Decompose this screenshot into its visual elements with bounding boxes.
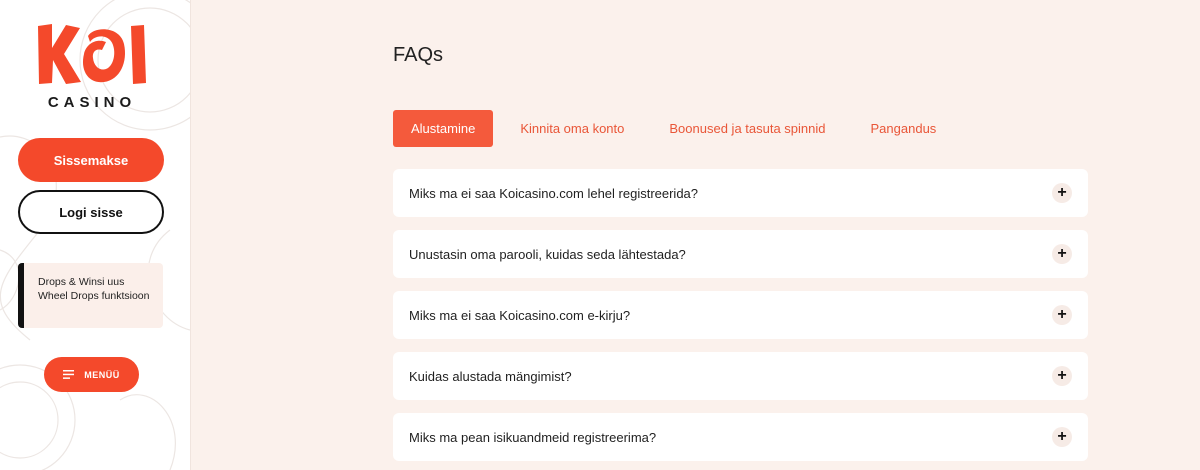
koi-casino-logo[interactable]: CASINO [34,22,150,112]
faq-question: Unustasin oma parooli, kuidas seda lähte… [409,246,686,262]
promo-banner[interactable]: Drops & Winsi uus Wheel Drops funktsioon [18,263,163,328]
faq-tabs: Alustamine Kinnita oma konto Boonused ja… [393,110,963,147]
faq-item[interactable]: Kuidas alustada mängimist? + [393,352,1088,400]
login-button[interactable]: Logi sisse [18,190,164,234]
faq-question: Miks ma pean isikuandmeid registreerima? [409,429,657,445]
faq-question: Miks ma ei saa Koicasino.com lehel regis… [409,185,699,201]
faq-list: Miks ma ei saa Koicasino.com lehel regis… [393,169,1088,470]
faq-question: Miks ma ei saa Koicasino.com e-kirju? [409,307,631,323]
promo-text: Drops & Winsi uus Wheel Drops funktsioon [38,276,150,302]
menu-label: MENÜÜ [84,369,120,380]
tab-boonused-ja-tasuta-spinnid[interactable]: Boonused ja tasuta spinnid [651,110,843,147]
deposit-button[interactable]: Sissemakse [18,138,164,182]
plus-icon[interactable]: + [1052,244,1072,264]
menu-button[interactable]: MENÜÜ [44,357,139,392]
faq-item[interactable]: Miks ma ei saa Koicasino.com lehel regis… [393,169,1088,217]
page: CASINO Sissemakse Logi sisse Drops & Win… [0,0,1200,470]
page-title: FAQs [393,44,444,66]
koi-logo-mark [38,24,146,84]
plus-icon[interactable]: + [1052,305,1072,325]
plus-icon[interactable]: + [1052,427,1072,447]
tab-alustamine[interactable]: Alustamine [393,110,494,147]
tab-pangandus[interactable]: Pangandus [853,110,955,147]
hamburger-icon [63,370,75,379]
main-content: FAQs Alustamine Kinnita oma konto Boonus… [190,0,1200,470]
tab-kinnita-oma-konto[interactable]: Kinnita oma konto [502,110,642,147]
faq-item[interactable]: Unustasin oma parooli, kuidas seda lähte… [393,230,1088,278]
plus-icon[interactable]: + [1052,183,1072,203]
faq-question: Kuidas alustada mängimist? [409,368,572,384]
logo-text: CASINO [47,94,137,111]
faq-item[interactable]: Miks ma ei saa Koicasino.com e-kirju? + [393,291,1088,339]
plus-icon[interactable]: + [1052,366,1072,386]
sidebar: CASINO Sissemakse Logi sisse Drops & Win… [0,0,190,470]
faq-item[interactable]: Miks ma pean isikuandmeid registreerima?… [393,413,1088,461]
